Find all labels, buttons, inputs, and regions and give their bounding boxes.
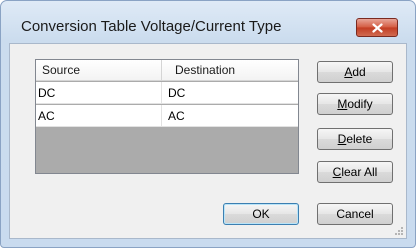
dialog-window: Conversion Table Voltage/Current Type So… [0, 0, 416, 248]
modify-button-label: Modify [337, 97, 373, 111]
close-icon [371, 22, 383, 33]
close-button[interactable] [356, 18, 398, 37]
cell-destination: AC [162, 105, 298, 127]
title-bar[interactable]: Conversion Table Voltage/Current Type [1, 1, 415, 37]
cell-source: DC [36, 82, 162, 104]
window-title: Conversion Table Voltage/Current Type [21, 18, 282, 35]
ok-button-label: OK [252, 207, 270, 221]
column-header-destination[interactable]: Destination [162, 60, 298, 81]
modify-button[interactable]: Modify [317, 93, 393, 115]
add-button[interactable]: Add [317, 61, 393, 83]
ok-button[interactable]: OK [223, 203, 299, 225]
cell-destination: DC [162, 82, 298, 104]
conversion-table[interactable]: Source Destination DC DC AC AC [35, 59, 299, 174]
dialog-client-area: Source Destination DC DC AC AC Add Modif… [9, 43, 407, 239]
column-header-source[interactable]: Source [36, 60, 162, 81]
delete-button[interactable]: Delete [317, 128, 393, 150]
table-row[interactable]: DC DC [36, 82, 298, 104]
table-row[interactable]: AC AC [36, 105, 298, 127]
cancel-button[interactable]: Cancel [317, 203, 393, 225]
resize-grip-icon[interactable] [394, 226, 404, 236]
table-header: Source Destination [36, 60, 298, 81]
cell-source: AC [36, 105, 162, 127]
clear-all-button-label: Clear All [332, 165, 378, 179]
clear-all-button[interactable]: Clear All [317, 161, 393, 183]
add-button-label: Add [344, 65, 366, 79]
cancel-button-label: Cancel [336, 207, 374, 221]
delete-button-label: Delete [337, 132, 373, 146]
